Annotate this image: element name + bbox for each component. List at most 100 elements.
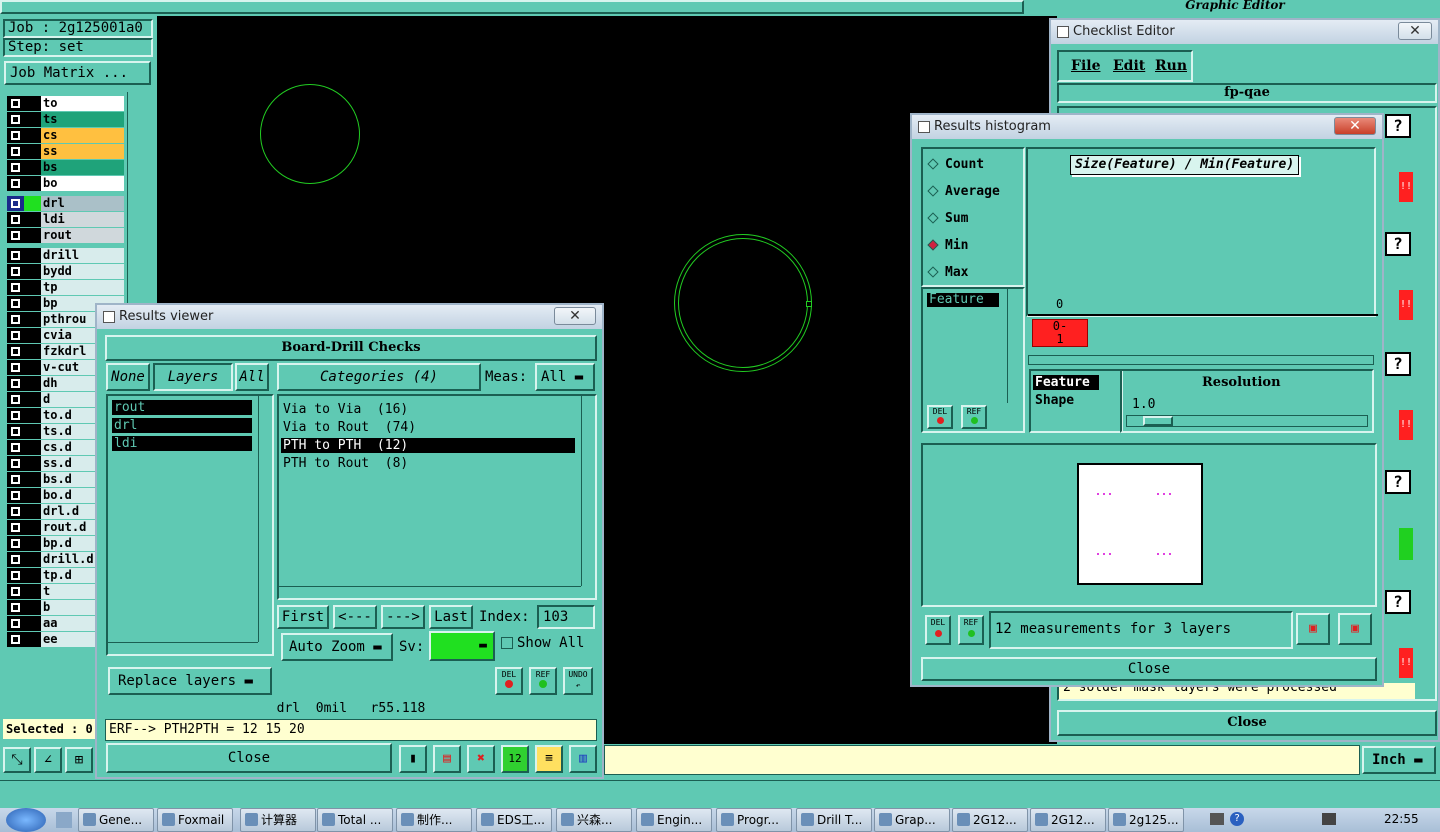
list-item-feature[interactable]: Feature: [1033, 375, 1099, 390]
keyboard-icon[interactable]: [1210, 813, 1224, 825]
layer-row-drill[interactable]: drill: [7, 248, 124, 263]
layer-checkbox[interactable]: [7, 632, 24, 647]
layer-affected-swatch[interactable]: [24, 632, 41, 647]
option-count[interactable]: Count: [927, 157, 984, 175]
layer-checkbox[interactable]: [7, 520, 24, 535]
taskbar-item[interactable]: Drill T...: [796, 808, 872, 832]
layer-checkbox[interactable]: [7, 176, 24, 191]
layer-row-to[interactable]: to: [7, 96, 124, 111]
layer-row-bs[interactable]: bs: [7, 160, 124, 175]
layer-checkbox[interactable]: [7, 440, 24, 455]
layer-checkbox[interactable]: [7, 112, 24, 127]
taskbar-item[interactable]: 2G12...: [1030, 808, 1106, 832]
taskbar-item[interactable]: Total ...: [317, 808, 393, 832]
layer-checkbox[interactable]: [7, 472, 24, 487]
categories-button[interactable]: Categories (4): [277, 363, 481, 391]
taskbar-item[interactable]: EDS工...: [476, 808, 552, 832]
layer-affected-swatch[interactable]: [24, 568, 41, 583]
close-icon[interactable]: ✕: [1334, 117, 1376, 135]
layer-affected-swatch[interactable]: [24, 536, 41, 551]
checklist-close-button[interactable]: Close: [1057, 710, 1437, 736]
layer-checkbox[interactable]: [7, 376, 24, 391]
option-sum[interactable]: Sum: [927, 211, 968, 229]
report-icon[interactable]: ▤: [433, 745, 461, 773]
layer-checkbox[interactable]: [7, 600, 24, 615]
layer-checkbox[interactable]: [7, 212, 24, 227]
all-button[interactable]: All: [235, 363, 269, 391]
command-line[interactable]: [604, 745, 1360, 775]
layer-affected-swatch[interactable]: [24, 280, 41, 295]
layer-affected-swatch[interactable]: [24, 488, 41, 503]
show-all-checkbox[interactable]: [501, 637, 513, 649]
drill-hole-feature[interactable]: [678, 238, 808, 368]
layer-checkbox[interactable]: [7, 296, 24, 311]
help-icon[interactable]: ?: [1385, 590, 1411, 614]
help-icon[interactable]: ?: [1385, 114, 1411, 138]
none-button[interactable]: None: [106, 363, 150, 391]
layer-affected-swatch[interactable]: [24, 96, 41, 111]
radio-icon[interactable]: [927, 185, 939, 197]
layer-affected-swatch[interactable]: [24, 360, 41, 375]
measure-icon[interactable]: ∠: [34, 747, 62, 773]
layer-checkbox[interactable]: [7, 312, 24, 327]
layer-affected-swatch[interactable]: [24, 228, 41, 243]
layers-button[interactable]: Layers: [153, 363, 233, 391]
layer-affected-swatch[interactable]: [24, 112, 41, 127]
menu-edit[interactable]: Edit: [1113, 58, 1145, 74]
layer-checkbox[interactable]: [7, 456, 24, 471]
histogram-close-button[interactable]: Close: [921, 657, 1377, 681]
list-vscrollbar[interactable]: [258, 396, 272, 642]
layout-preview-map[interactable]: [1077, 463, 1203, 585]
category-item[interactable]: PTH to PTH (12): [281, 438, 575, 453]
radio-icon[interactable]: [927, 158, 939, 170]
del-button[interactable]: DEL: [925, 615, 951, 645]
layer-row-cs[interactable]: cs: [7, 128, 124, 143]
layer-checkbox[interactable]: [7, 536, 24, 551]
layer-checkbox[interactable]: [7, 616, 24, 631]
list-item[interactable]: ldi: [112, 436, 252, 451]
layer-row-ldi[interactable]: ldi: [7, 212, 124, 227]
category-item[interactable]: PTH to Rout (8): [281, 456, 575, 471]
notes-icon[interactable]: ≡: [535, 745, 563, 773]
layer-affected-swatch[interactable]: [24, 392, 41, 407]
index-field[interactable]: 103: [537, 605, 595, 629]
layer-checkbox[interactable]: [7, 248, 24, 263]
layer-affected-swatch[interactable]: [24, 144, 41, 159]
layer-affected-swatch[interactable]: [24, 584, 41, 599]
viewer-close-button[interactable]: Close: [106, 743, 392, 773]
results-viewer-titlebar[interactable]: Results viewer ✕: [97, 305, 602, 329]
close-icon[interactable]: ✕: [554, 307, 596, 325]
layer-affected-swatch[interactable]: [24, 264, 41, 279]
clock[interactable]: 22:55: [1384, 812, 1419, 826]
list-item[interactable]: drl: [112, 418, 252, 433]
layer-affected-swatch[interactable]: [24, 344, 41, 359]
import-icon[interactable]: ▣: [1338, 613, 1372, 645]
layer-affected-swatch[interactable]: [24, 408, 41, 423]
layer-affected-swatch[interactable]: [24, 248, 41, 263]
show-desktop-icon[interactable]: [56, 812, 72, 828]
meas-dropdown[interactable]: All ▬: [535, 363, 595, 391]
undo-button[interactable]: UNDO ↶: [563, 667, 593, 695]
first-button[interactable]: First: [277, 605, 329, 629]
layer-affected-swatch[interactable]: [24, 160, 41, 175]
layer-checkbox[interactable]: [7, 280, 24, 295]
layer-row-bydd[interactable]: bydd: [7, 264, 124, 279]
option-average[interactable]: Average: [927, 184, 1000, 202]
layer-affected-swatch[interactable]: [24, 212, 41, 227]
list-item[interactable]: rout: [112, 400, 252, 415]
layer-checkbox[interactable]: [7, 568, 24, 583]
taskbar-item[interactable]: 兴森...: [556, 808, 632, 832]
radio-icon[interactable]: [927, 266, 939, 278]
layer-affected-swatch[interactable]: [24, 616, 41, 631]
layer-affected-swatch[interactable]: [24, 472, 41, 487]
layer-row-rout[interactable]: rout: [7, 228, 124, 243]
number-icon[interactable]: 12: [501, 745, 529, 773]
help-icon[interactable]: ?: [1385, 232, 1411, 256]
drill-hole-feature[interactable]: [260, 84, 360, 184]
job-matrix-button[interactable]: Job Matrix ...: [4, 61, 151, 85]
close-icon[interactable]: ✕: [1398, 22, 1432, 40]
layer-checkbox[interactable]: [7, 196, 24, 211]
sv-color-dropdown[interactable]: ▬: [429, 631, 495, 661]
taskbar-item[interactable]: 计算器: [240, 808, 316, 832]
grid-icon[interactable]: ⊞: [65, 747, 93, 773]
